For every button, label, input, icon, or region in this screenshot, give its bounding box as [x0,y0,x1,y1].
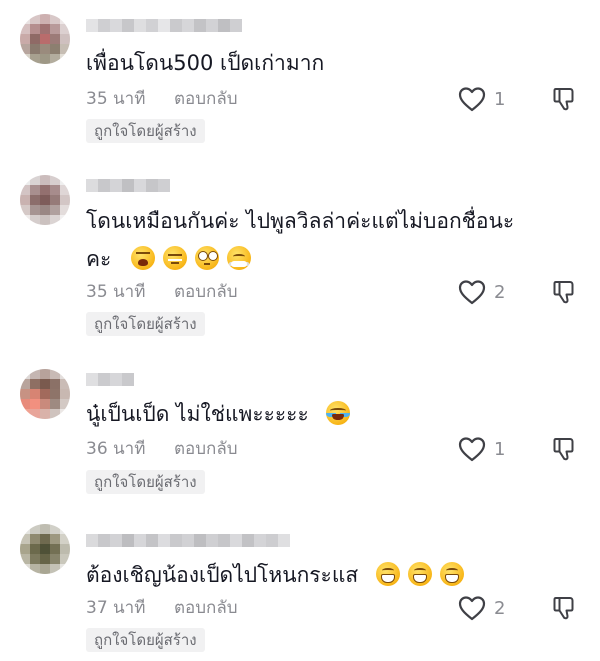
comment-text: ต้องเชิญน้องเป็ดไปโหนกระแส [86,559,586,592]
heart-outline-icon [458,595,486,621]
comment-meta: 37 นาที ตอบกลับ [86,597,238,619]
timestamp: 37 นาที [86,598,146,618]
reply-button[interactable]: ตอบกลับ [174,597,238,619]
avatar-blurred[interactable] [20,524,70,574]
username-blurred[interactable] [86,534,290,547]
thumbs-down-outline-icon [552,595,576,621]
grinning-face-emoji [407,562,432,586]
liked-by-creator-badge: ถูกใจโดยผู้สร้าง [86,628,205,652]
like-button[interactable]: 2 [458,595,505,621]
grinning-face-emoji [439,562,464,586]
comment-text-content: ต้องเชิญน้องเป็ดไปโหนกระแส [86,563,359,587]
dislike-button[interactable] [552,595,576,621]
like-count: 2 [494,597,506,619]
comment-item: ต้องเชิญน้องเป็ดไปโหนกระแส 37 นาที ตอบกล… [0,0,600,661]
grinning-face-emoji [375,562,400,586]
